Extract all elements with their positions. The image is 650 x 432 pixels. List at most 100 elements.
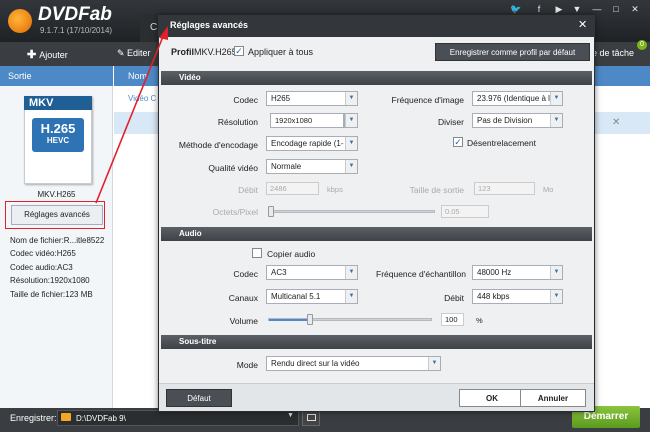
output-size-field[interactable]: 123 xyxy=(474,182,535,195)
output-path-field[interactable]: D:\DVDFab 9\ xyxy=(57,410,299,426)
channels-select[interactable]: Multicanal 5.1 ▼ xyxy=(266,289,358,304)
video-quality-value: Normale xyxy=(271,162,302,171)
chevron-down-icon: ▼ xyxy=(428,357,440,370)
channels-label: Canaux xyxy=(228,293,258,303)
edit-label: Editer xyxy=(127,48,151,58)
task-queue-button[interactable]: e de tâche xyxy=(592,44,642,64)
minimize-icon[interactable]: — xyxy=(590,4,604,14)
dialog-close-icon[interactable]: ✕ xyxy=(578,18,587,31)
apply-all-checkbox[interactable]: ✓ xyxy=(234,46,244,56)
video-quality-label: Qualité vidéo xyxy=(208,163,258,173)
encoding-method-label: Méthode d'encodage xyxy=(178,140,258,150)
apply-all-label: Appliquer à tous xyxy=(248,47,314,57)
edit-button[interactable]: ✎ Editer xyxy=(117,44,157,64)
subtitle-mode-select[interactable]: Rendu direct sur la vidéo ▼ xyxy=(266,356,441,371)
sample-rate-select[interactable]: 48000 Hz ▼ xyxy=(472,265,563,280)
add-label: Ajouter xyxy=(39,50,68,60)
deinterlace-checkbox[interactable]: ✓ xyxy=(453,137,463,147)
video-section-header: Vidéo xyxy=(161,71,592,85)
add-button[interactable]: ✚ Ajouter xyxy=(27,44,68,64)
sidebar-header: Sortie xyxy=(0,66,113,86)
framerate-select[interactable]: 23.976 (Identique à l ▼ xyxy=(472,91,563,106)
plus-icon: ✚ xyxy=(27,49,40,61)
save-default-profile-button[interactable]: Enregistrer comme profil par défaut xyxy=(435,43,590,61)
chevron-down-icon: ▼ xyxy=(550,290,562,303)
info-video-codec: Codec vidéo:H265 xyxy=(10,249,76,258)
audio-codec-select[interactable]: AC3 ▼ xyxy=(266,265,358,280)
remove-row-icon[interactable]: ✕ xyxy=(612,117,620,128)
facebook-icon[interactable]: f xyxy=(532,4,546,14)
audio-bitrate-label: Débit xyxy=(444,293,464,303)
divide-label: Diviser xyxy=(438,117,464,127)
profile-value: MKV.H265 xyxy=(194,47,237,57)
framerate-label: Fréquence d'image xyxy=(391,95,465,105)
info-audio-codec: Codec audio:AC3 xyxy=(10,263,73,272)
copy-audio-checkbox[interactable] xyxy=(252,248,262,258)
encoding-method-select[interactable]: Encodage rapide (1- ▼ xyxy=(266,136,358,151)
audio-codec-value: AC3 xyxy=(271,268,287,277)
octets-pixel-slider[interactable] xyxy=(270,210,435,213)
octets-pixel-slider-thumb[interactable] xyxy=(268,206,274,217)
chevron-down-icon[interactable]: ▼ xyxy=(287,412,294,419)
video-quality-select[interactable]: Normale ▼ xyxy=(266,159,358,174)
sample-rate-label: Fréquence d'échantillon xyxy=(376,269,466,279)
volume-slider-thumb[interactable] xyxy=(307,314,313,325)
codec-badge-text: H.265 xyxy=(40,121,76,136)
chevron-down-icon: ▼ xyxy=(550,114,562,127)
chevron-down-icon: ▼ xyxy=(345,266,357,279)
highlight-box xyxy=(5,201,105,229)
copy-audio-label: Copier audio xyxy=(267,249,316,259)
edit-icon: ✎ xyxy=(117,48,128,58)
audio-codec-label: Codec xyxy=(233,269,258,279)
dialog-title: Réglages avancés xyxy=(158,15,595,37)
resolution-dropdown[interactable]: ▼ xyxy=(344,113,358,128)
video-codec-select[interactable]: H265 ▼ xyxy=(266,91,358,106)
menu-icon[interactable]: ▼ xyxy=(570,4,584,14)
subtitle-section-header: Sous-titre xyxy=(161,335,592,349)
cancel-button[interactable]: Annuler xyxy=(520,389,586,407)
chevron-down-icon: ▼ xyxy=(345,137,357,150)
default-button[interactable]: Défaut xyxy=(166,389,232,407)
encoding-method-value: Encodage rapide (1- xyxy=(271,139,344,148)
youtube-icon[interactable]: ▶ xyxy=(552,4,566,15)
volume-label: Volume xyxy=(229,316,258,326)
output-size-label: Taille de sortie xyxy=(409,185,464,195)
audio-section-header: Audio xyxy=(161,227,592,241)
framerate-value: 23.976 (Identique à l xyxy=(477,94,550,103)
maximize-icon[interactable]: □ xyxy=(609,4,623,14)
save-to-label: Enregistrer: xyxy=(10,413,57,423)
ok-button[interactable]: OK xyxy=(459,389,525,407)
channels-value: Multicanal 5.1 xyxy=(271,292,321,301)
subtitle-mode-label: Mode xyxy=(236,360,258,370)
resolution-select[interactable]: 1920x1080 xyxy=(270,113,344,128)
audio-bitrate-select[interactable]: 448 kbps ▼ xyxy=(472,289,563,304)
close-icon[interactable]: ✕ xyxy=(628,4,642,15)
folder-icon xyxy=(61,413,71,421)
output-size-unit: Mo xyxy=(543,185,554,194)
chevron-down-icon: ▼ xyxy=(345,92,357,105)
chevron-down-icon: ▼ xyxy=(550,92,562,105)
info-filesize: Taille de fichier:123 MB xyxy=(10,290,93,299)
resolution-value: 1920x1080 xyxy=(275,116,313,125)
twitter-icon[interactable]: 🐦 xyxy=(509,4,523,15)
volume-field[interactable]: 100 xyxy=(441,313,464,326)
app-name: DVDFab xyxy=(38,4,112,25)
divide-value: Pas de Division xyxy=(477,116,533,125)
bitrate-field[interactable]: 2486 xyxy=(266,182,319,195)
dvdfab-logo-icon xyxy=(8,9,32,33)
bitrate-unit: kbps xyxy=(327,185,343,194)
chevron-down-icon: ▼ xyxy=(550,266,562,279)
bitrate-label: Débit xyxy=(238,185,258,195)
audio-bitrate-value: 448 kbps xyxy=(477,292,510,301)
octets-pixel-field[interactable]: 0.05 xyxy=(441,205,489,218)
subtitle-mode-value: Rendu direct sur la vidéo xyxy=(271,359,360,368)
octets-pixel-label: Octets/Pixel xyxy=(212,207,258,217)
info-resolution: Résolution:1920x1080 xyxy=(10,276,90,285)
resolution-label: Résolution xyxy=(217,117,258,127)
chevron-down-icon: ▼ xyxy=(345,114,357,127)
codec-badge-sub: HEVC xyxy=(46,136,70,145)
divide-select[interactable]: Pas de Division ▼ xyxy=(472,113,563,128)
profile-label: Profil xyxy=(171,47,195,57)
volume-slider-fill xyxy=(269,319,310,321)
task-count-badge: 0 xyxy=(637,40,647,50)
